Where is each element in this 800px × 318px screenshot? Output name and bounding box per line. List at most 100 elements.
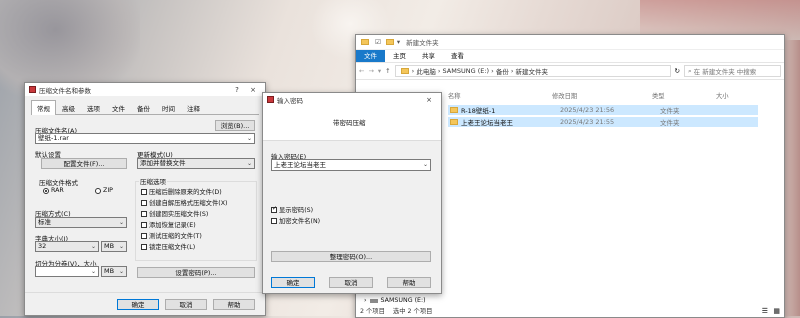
profiles-button[interactable]: 配置文件(F)... [41,158,127,169]
update-mode-value: 添加并替换文件 [140,159,186,167]
split-unit: MB [104,267,115,275]
column-size[interactable]: 大小 [716,91,729,100]
checkbox-icon [271,217,277,224]
option-solid[interactable]: 创建固实压缩文件(S) [141,209,208,218]
tab-time[interactable]: 时间 [156,100,181,115]
browse-button[interactable]: 浏览(B)... [215,120,255,131]
checkbox-icon [141,188,147,195]
method-select[interactable]: 标准 ⌄ [35,217,127,228]
ribbon-tab-home[interactable]: 主页 [385,50,414,62]
forward-icon[interactable]: → [368,67,373,75]
checkbox-icon [271,205,277,213]
file-date: 2025/4/23 21:55 [560,118,615,126]
format-zip-label: ZIP [103,187,113,194]
nav-item-drive[interactable]: › SAMSUNG (E:) [364,297,426,304]
split-size-input[interactable]: ⌄ [35,266,99,277]
close-icon[interactable]: × [245,86,261,94]
checkbox-icon [141,232,147,239]
encrypt-names-checkbox[interactable]: 加密文件名(N) [271,216,320,225]
nav-item-label: SAMSUNG (E:) [380,297,426,304]
ribbon-tab-file[interactable]: 文件 [356,50,385,62]
split-unit-select[interactable]: MB ⌄ [101,266,127,277]
status-selected: 选中 2 个项目 [392,308,433,315]
format-zip-radio[interactable]: ZIP [95,187,113,194]
column-date[interactable]: 修改日期 [552,91,577,100]
breadcrumb-backup[interactable]: 备份 [496,66,509,76]
help-button[interactable]: 帮助 [213,299,255,310]
dict-unit-select[interactable]: MB ⌄ [101,241,127,252]
password-titlebar: 输入密码 × [263,93,441,106]
chevron-down-icon[interactable]: ⌄ [247,134,252,143]
option-lock[interactable]: 锁定压缩文件(L) [141,242,195,251]
chevron-down-icon: ⌄ [118,219,124,226]
ribbon-tab-share[interactable]: 共享 [414,50,443,62]
radio-icon [43,187,49,194]
new-folder-icon[interactable] [385,39,394,45]
show-password-checkbox[interactable]: 显示密码(S) [271,205,313,214]
filename-field[interactable]: 壁纸-1.rar ⌄ [35,133,255,144]
checkbox-icon [141,199,147,206]
password-dialog: 输入密码 × 带密码压缩 输入密码(E) 上老王论坛当老王 ⌄ 显示密码(S) … [262,92,442,294]
breadcrumb-current[interactable]: 新建文件夹 [516,66,549,76]
format-rar-radio[interactable]: RAR [43,187,64,194]
breadcrumb-drive[interactable]: SAMSUNG (E:) [443,67,490,75]
back-icon[interactable]: ← [359,67,364,75]
address-bar[interactable]: › 此电脑 › SAMSUNG (E:) › 备份 › 新建文件夹 [394,65,671,77]
quick-access-icon[interactable]: ☑ [375,38,381,46]
chevron-down-icon[interactable]: ⌄ [423,160,428,170]
up-icon[interactable]: ↑ [385,67,390,75]
folder-icon [361,39,369,45]
ok-button[interactable]: 确定 [117,299,159,310]
set-password-button[interactable]: 设置密码(P)... [137,267,255,278]
dropdown-icon[interactable]: ▾ [397,38,400,46]
option-sfx[interactable]: 创建自解压格式压缩文件(X) [141,198,228,207]
dict-select[interactable]: 32 ⌄ [35,241,99,252]
folder-icon [450,119,458,125]
dict-value: 32 [38,242,47,250]
close-icon[interactable]: × [421,96,437,104]
search-input[interactable]: ⌕ 在 新建文件夹 中搜索 [684,65,781,77]
thumbnail-view-icon[interactable]: ▦ [773,307,780,315]
refresh-icon[interactable]: ↻ [675,67,680,75]
update-mode-select[interactable]: 添加并替换文件 ⌄ [137,158,255,169]
option-delete-after[interactable]: 压缩后删除原来的文件(D) [141,187,222,196]
breadcrumb-sep-icon: › [411,67,415,75]
tab-advanced[interactable]: 高级 [56,100,81,115]
checkbox-icon [141,243,147,250]
status-count: 2 个项目 [360,308,385,315]
cancel-button[interactable]: 取消 [165,299,207,310]
option-test[interactable]: 测试压缩的文件(T) [141,231,202,240]
column-type[interactable]: 类型 [652,91,665,100]
manage-passwords-button[interactable]: 整理密码(O)... [271,251,431,262]
breadcrumb-this-pc[interactable]: 此电脑 [416,66,436,76]
file-name: 上老王论坛当老王 [461,119,513,127]
tab-general[interactable]: 常规 [31,100,56,115]
tab-files[interactable]: 文件 [106,100,131,115]
ribbon-tab-view[interactable]: 查看 [443,50,472,62]
option-label: 测试压缩的文件(T) [149,233,202,240]
password-heading: 带密码压缩 [333,119,366,127]
winrar-icon [29,86,36,93]
tab-comment[interactable]: 注释 [181,100,206,115]
search-icon: ⌕ [688,66,692,75]
archive-tabs: 常规 高级 选项 文件 备份 时间 注释 [31,100,259,115]
tab-options[interactable]: 选项 [81,100,106,115]
ok-button[interactable]: 确定 [271,277,315,288]
password-input[interactable]: 上老王论坛当老王 ⌄ [271,159,431,171]
tab-backup[interactable]: 备份 [131,100,156,115]
help-button[interactable]: 帮助 [387,277,431,288]
password-title: 输入密码 [277,96,303,105]
column-name[interactable]: 名称 [448,91,461,100]
details-view-icon[interactable]: ☰ [762,307,768,315]
file-row[interactable]: 上老王论坛当老王 2025/4/23 21:55 文件夹 [448,117,758,127]
option-label: 添加恢复记录(E) [149,222,196,229]
recent-icon[interactable]: ▾ [378,67,381,75]
file-row[interactable]: R-18壁纸-1 2025/4/23 21:56 文件夹 [448,105,758,115]
show-password-label: 显示密码(S) [279,207,314,214]
help-icon[interactable]: ? [229,86,245,94]
option-recovery[interactable]: 添加恢复记录(E) [141,220,196,229]
chevron-down-icon: ⌄ [118,268,124,275]
cancel-button[interactable]: 取消 [329,277,373,288]
chevron-down-icon[interactable]: ⌄ [91,267,96,276]
ribbon: 文件 主页 共享 查看 [356,50,784,63]
